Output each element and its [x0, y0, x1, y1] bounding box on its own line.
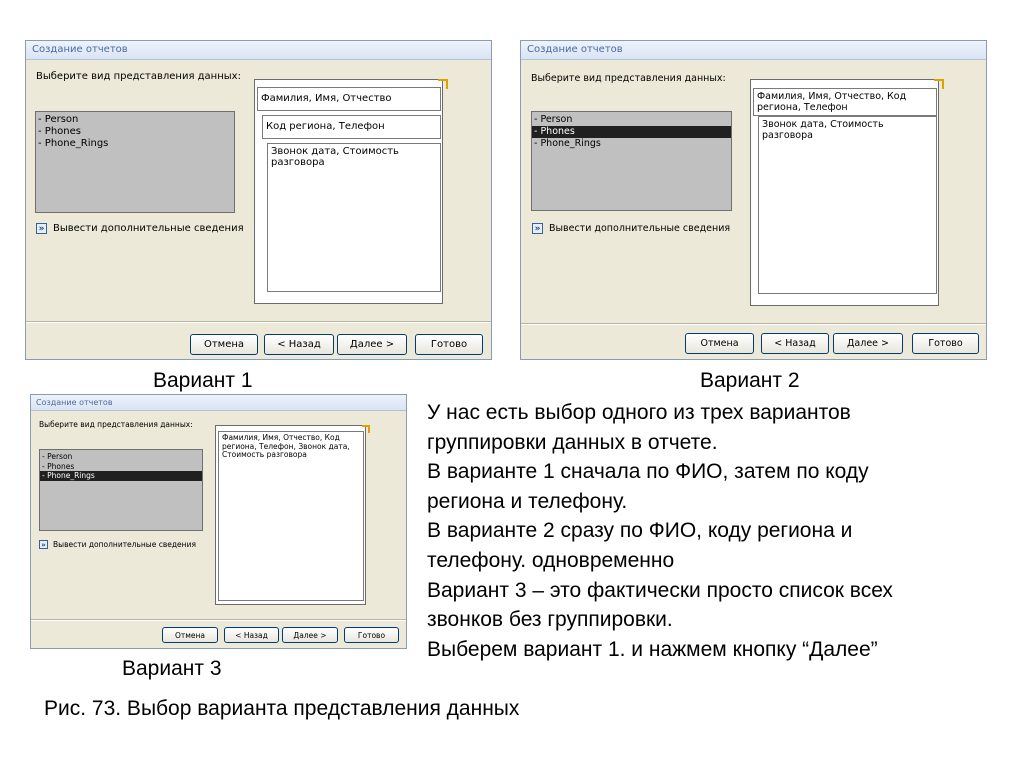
list-item-phones[interactable]: - Phones	[532, 126, 731, 138]
explanation-line: региона и телефону.	[427, 489, 628, 513]
show-more-info-link[interactable]: » Вывести дополнительные сведения	[39, 540, 196, 549]
cancel-button[interactable]: Отмена	[685, 333, 754, 354]
expand-chevron-icon: »	[532, 223, 543, 234]
list-item-person[interactable]: - Person	[532, 114, 731, 126]
preview-corner-marker	[438, 79, 448, 89]
dialog-title: Создание отчетов	[31, 395, 406, 411]
data-view-listbox[interactable]: - Person - Phones - Phone_Rings	[531, 111, 732, 211]
button-separator	[521, 323, 986, 325]
finish-button[interactable]: Готово	[912, 333, 979, 354]
explanation-line: звонков без группировки.	[427, 608, 673, 632]
data-view-listbox[interactable]: - Person - Phones - Phone_Rings	[39, 449, 203, 531]
preview-corner-marker	[934, 79, 944, 89]
back-button[interactable]: < Назад	[761, 333, 829, 354]
data-view-listbox[interactable]: - Person - Phones - Phone_Rings	[35, 111, 235, 213]
show-more-info-label: Вывести дополнительные сведения	[53, 223, 244, 234]
detail-records-box: Фамилия, Имя, Отчество, Код региона, Тел…	[218, 431, 364, 601]
report-wizard-dialog-variant-3: Создание отчетов Выберите вид представле…	[30, 394, 407, 649]
group-level-1: Фамилия, Имя, Отчество	[257, 87, 441, 111]
report-wizard-dialog-variant-1: Создание отчетов Выберите вид представле…	[25, 40, 492, 360]
show-more-info-label: Вывести дополнительные сведения	[549, 223, 731, 234]
next-button[interactable]: Далее >	[833, 333, 903, 354]
cancel-button[interactable]: Отмена	[190, 334, 258, 355]
explanation-line: телефону. одновременно	[427, 548, 675, 572]
list-item-person[interactable]: - Person	[36, 114, 234, 126]
report-layout-preview: Фамилия, Имя, Отчество, Код региона, Тел…	[750, 79, 939, 306]
dialog-title: Создание отчетов	[521, 41, 986, 60]
next-button[interactable]: Далее >	[337, 334, 407, 355]
group-level-2: Код региона, Телефон	[262, 115, 441, 139]
back-button[interactable]: < Назад	[264, 334, 334, 355]
explanation-line: Выберем вариант 1. и нажмем кнопку “Дале…	[427, 637, 878, 661]
explanation-line: В варианте 2 сразу по ФИО, коду региона …	[427, 519, 853, 543]
variant-2-caption: Вариант 2	[700, 369, 800, 392]
dialog-title: Создание отчетов	[26, 41, 491, 60]
explanation-text: У нас есть выбор одного из трех варианто…	[427, 398, 1017, 664]
show-more-info-link[interactable]: » Вывести дополнительные сведения	[36, 223, 244, 234]
list-item-phone-rings[interactable]: - Phone_Rings	[532, 138, 731, 150]
back-button[interactable]: < Назад	[224, 627, 279, 643]
show-more-info-label: Вывести дополнительные сведения	[53, 540, 196, 549]
explanation-line: Вариант 3 – это фактически просто список…	[427, 578, 893, 602]
list-item-phones[interactable]: - Phones	[40, 462, 202, 472]
report-layout-preview: Фамилия, Имя, Отчество, Код региона, Тел…	[215, 425, 366, 605]
expand-chevron-icon: »	[39, 540, 48, 549]
dialog-prompt: Выберите вид представления данных:	[531, 73, 726, 84]
explanation-line: У нас есть выбор одного из трех варианто…	[427, 401, 851, 424]
dialog-prompt: Выберите вид представления данных:	[36, 71, 241, 82]
report-layout-preview: Фамилия, Имя, Отчество Код региона, Теле…	[254, 79, 443, 304]
variant-3-caption: Вариант 3	[122, 657, 222, 680]
list-item-phone-rings[interactable]: - Phone_Rings	[36, 138, 234, 150]
list-item-person[interactable]: - Person	[40, 452, 202, 462]
detail-records-box: Звонок дата, Стоимость разговора	[267, 143, 441, 292]
list-item-phone-rings[interactable]: - Phone_Rings	[40, 471, 202, 481]
show-more-info-link[interactable]: » Вывести дополнительные сведения	[532, 223, 730, 234]
variant-1-caption: Вариант 1	[153, 369, 253, 392]
finish-button[interactable]: Готово	[344, 627, 399, 643]
figure-caption: Рис. 73. Выбор варианта представления да…	[44, 697, 520, 720]
cancel-button[interactable]: Отмена	[162, 627, 218, 643]
finish-button[interactable]: Готово	[415, 334, 483, 355]
next-button[interactable]: Далее >	[282, 627, 338, 643]
report-wizard-dialog-variant-2: Создание отчетов Выберите вид представле…	[520, 40, 987, 360]
button-separator	[31, 619, 406, 621]
group-level-1: Фамилия, Имя, Отчество, Код региона, Тел…	[753, 88, 937, 116]
dialog-prompt: Выберите вид представления данных:	[39, 420, 193, 429]
detail-records-box: Звонок дата, Стоимость разговора	[758, 116, 937, 294]
preview-corner-marker	[362, 425, 370, 433]
expand-chevron-icon: »	[36, 223, 47, 234]
explanation-line: В варианте 1 сначала по ФИО, затем по ко…	[427, 460, 869, 484]
explanation-line: группировки данных в отчете.	[427, 430, 718, 454]
list-item-phones[interactable]: - Phones	[36, 126, 234, 138]
button-separator	[26, 321, 491, 323]
